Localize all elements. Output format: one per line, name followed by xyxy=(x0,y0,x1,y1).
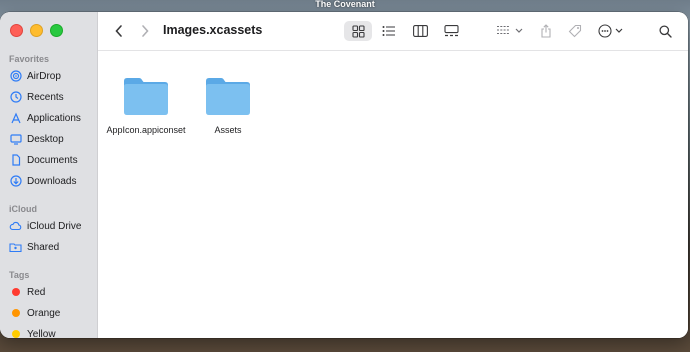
grid-icon xyxy=(351,24,365,38)
desktop-icon xyxy=(9,133,22,146)
close-button[interactable] xyxy=(10,24,23,37)
orange-tag-icon xyxy=(12,309,20,317)
group-by-button[interactable] xyxy=(496,22,524,40)
forward-button[interactable] xyxy=(136,22,154,40)
sidebar-item-label: Yellow xyxy=(27,328,56,339)
download-icon xyxy=(9,175,22,188)
desktop-title: The Covenant xyxy=(315,0,375,9)
airdrop-icon xyxy=(9,70,22,83)
sidebar-item-desktop[interactable]: Desktop xyxy=(9,130,64,148)
window-controls xyxy=(10,24,63,37)
gallery-icon xyxy=(443,25,459,37)
folder-title: Images.xcassets xyxy=(163,23,263,37)
sidebar-item-label: Desktop xyxy=(27,133,64,145)
column-view-button[interactable] xyxy=(411,22,429,40)
toolbar: Images.xcassets xyxy=(98,12,688,51)
search-button[interactable] xyxy=(656,22,674,40)
tag-icon xyxy=(568,24,582,38)
finder-window: Favorites AirDrop Recents Applications D… xyxy=(0,12,688,338)
yellow-tag-icon xyxy=(12,330,20,338)
shared-folder-icon xyxy=(9,241,22,254)
group-grid-icon xyxy=(497,25,523,35)
sidebar-tag-yellow[interactable]: Yellow xyxy=(9,325,56,338)
favorites-section-label: Favorites xyxy=(9,54,50,64)
sidebar-item-recents[interactable]: Recents xyxy=(9,88,64,106)
file-name: AppIcon.appiconset xyxy=(106,125,186,135)
sidebar-item-label: Shared xyxy=(27,241,60,253)
sidebar-item-label: AirDrop xyxy=(27,70,61,82)
cloud-icon xyxy=(9,220,22,233)
back-button[interactable] xyxy=(110,22,128,40)
file-grid: AppIcon.appiconset Assets xyxy=(98,51,688,338)
folder-icon xyxy=(206,78,250,115)
file-name: Assets xyxy=(214,125,242,135)
sidebar: Favorites AirDrop Recents Applications D… xyxy=(0,12,98,338)
sidebar-item-downloads[interactable]: Downloads xyxy=(9,172,76,190)
chevron-left-icon xyxy=(115,25,122,37)
list-view-button[interactable] xyxy=(380,22,398,40)
sidebar-item-label: Recents xyxy=(27,91,64,103)
action-menu-button[interactable] xyxy=(598,22,628,40)
columns-icon xyxy=(412,25,428,37)
sidebar-item-label: Documents xyxy=(27,154,78,166)
document-icon xyxy=(9,154,22,167)
sidebar-item-label: Orange xyxy=(27,307,61,319)
clock-icon xyxy=(9,91,22,104)
minimize-button[interactable] xyxy=(30,24,43,37)
tags-button[interactable] xyxy=(566,22,584,40)
icloud-section-label: iCloud xyxy=(9,204,37,214)
sidebar-item-label: Applications xyxy=(27,112,81,124)
icon-view-button[interactable] xyxy=(344,21,372,41)
red-tag-icon xyxy=(12,288,20,296)
sidebar-tag-red[interactable]: Red xyxy=(9,283,45,301)
applications-icon xyxy=(9,112,22,125)
file-item-assets[interactable]: Assets xyxy=(183,75,273,136)
ellipsis-circle-icon xyxy=(598,24,623,38)
gallery-view-button[interactable] xyxy=(442,22,460,40)
share-button[interactable] xyxy=(537,22,555,40)
sidebar-item-airdrop[interactable]: AirDrop xyxy=(9,67,61,85)
sidebar-item-shared[interactable]: Shared xyxy=(9,238,59,256)
sidebar-item-label: Red xyxy=(27,286,46,298)
folder-icon xyxy=(124,78,168,115)
sidebar-item-label: iCloud Drive xyxy=(27,220,82,232)
sidebar-item-icloud-drive[interactable]: iCloud Drive xyxy=(9,217,81,235)
tags-section-label: Tags xyxy=(9,270,30,280)
search-icon xyxy=(658,24,672,38)
sidebar-item-documents[interactable]: Documents xyxy=(9,151,78,169)
chevron-right-icon xyxy=(142,25,149,37)
share-icon xyxy=(541,24,551,38)
file-item-appicon[interactable]: AppIcon.appiconset xyxy=(101,75,191,136)
sidebar-item-label: Downloads xyxy=(27,175,77,187)
sidebar-tag-orange[interactable]: Orange xyxy=(9,304,60,322)
list-icon xyxy=(382,26,395,36)
sidebar-item-applications[interactable]: Applications xyxy=(9,109,81,127)
zoom-button[interactable] xyxy=(50,24,63,37)
